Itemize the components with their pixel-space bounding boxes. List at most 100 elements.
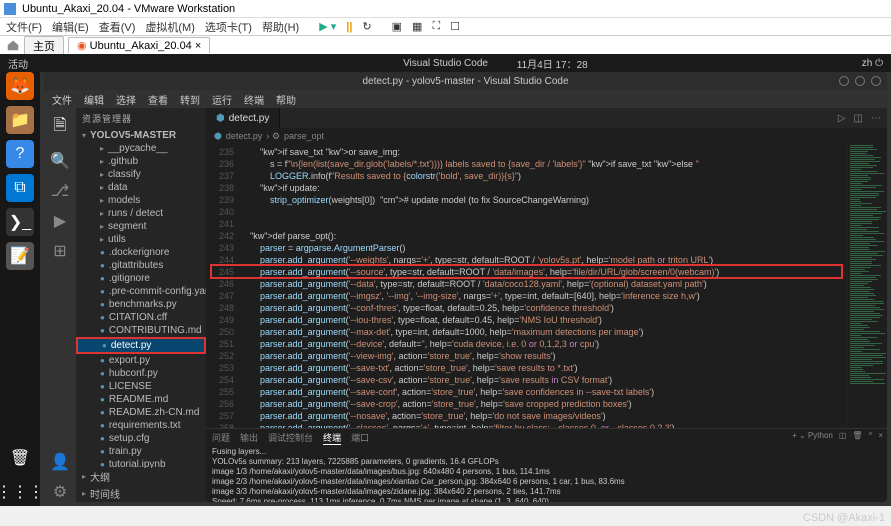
vm-menu-help[interactable]: 帮助(H) — [262, 19, 299, 35]
win-max[interactable] — [855, 76, 865, 86]
term-tab-terminal[interactable]: 终端 — [323, 431, 341, 445]
system-tray[interactable]: zh ⏻ — [862, 58, 883, 69]
vm-fullscreen-button[interactable]: ⛶ — [432, 20, 440, 33]
tree-item-hubconf-py[interactable]: ● hubconf.py — [76, 367, 206, 380]
vm-power-dropdown[interactable]: ▶ ▾ — [319, 20, 336, 33]
vs-menu-help[interactable]: 帮助 — [276, 92, 296, 107]
vm-menu-tabs[interactable]: 选项卡(T) — [205, 19, 252, 35]
vm-menu-vm[interactable]: 虚拟机(M) — [145, 19, 195, 35]
tree-item-setup-cfg[interactable]: ● setup.cfg — [76, 432, 206, 445]
tree-item-benchmarks-py[interactable]: ● benchmarks.py — [76, 298, 206, 311]
vs-menu-edit[interactable]: 编辑 — [84, 92, 104, 107]
tree-root[interactable]: ▾YOLOV5-MASTER — [76, 129, 206, 142]
vs-menu-run[interactable]: 运行 — [212, 92, 232, 107]
tree-item-train-py[interactable]: ● train.py — [76, 445, 206, 458]
terminal-panel[interactable]: 问题 输出 调试控制台 终端 端口 + ⌄ Python ◫ 🗑 ^ × Fus… — [206, 428, 887, 502]
vm-menu-view[interactable]: 查看(V) — [99, 19, 136, 35]
vm-unity-button[interactable]: ☐ — [450, 20, 460, 33]
tree-item-license[interactable]: ● LICENSE — [76, 380, 206, 393]
vm-snapshot-mgr-button[interactable]: ▦ — [412, 20, 422, 33]
tree-item--github[interactable]: ▸ .github — [76, 155, 206, 168]
outline-section[interactable]: ▸大纲 — [76, 468, 206, 485]
dock-text[interactable]: 📝 — [6, 242, 34, 270]
tree-item-runs-detect[interactable]: ▸ runs / detect — [76, 207, 206, 220]
vm-suspend-button[interactable]: || — [346, 21, 352, 33]
vm-menu-file[interactable]: 文件(F) — [6, 19, 42, 35]
vmware-tabbar: 主页 ◉ Ubuntu_Akaxi_20.04 × — [0, 36, 891, 54]
activities-button[interactable]: 活动 — [8, 56, 28, 71]
vs-menu-go[interactable]: 转到 — [180, 92, 200, 107]
vm-tab-ubuntu[interactable]: ◉ Ubuntu_Akaxi_20.04 × — [68, 37, 210, 53]
term-close-icon[interactable]: × — [878, 431, 883, 440]
term-max-icon[interactable]: ^ — [869, 431, 873, 440]
vm-restart-button[interactable]: ↻ — [362, 20, 371, 33]
activity-settings-icon[interactable]: ⚙ — [53, 482, 67, 502]
activity-extensions-icon[interactable]: ⊞ — [53, 241, 66, 261]
watermark: CSDN @Akaxi-1 — [803, 512, 885, 524]
tree-item-contributing-md[interactable]: ● CONTRIBUTING.md — [76, 324, 206, 337]
vm-tab-home[interactable]: 主页 — [24, 36, 64, 55]
term-tab-debug[interactable]: 调试控制台 — [268, 431, 313, 445]
panel-clock[interactable]: 11月4日 17：28 — [517, 56, 588, 71]
panel-app-name: Visual Studio Code — [403, 58, 488, 69]
term-tab-output[interactable]: 输出 — [240, 431, 258, 445]
term-trash-icon[interactable]: 🗑 — [852, 431, 862, 440]
term-tab-problems[interactable]: 问题 — [212, 431, 230, 445]
dock-vscode[interactable]: ⧉ — [6, 174, 34, 202]
tree-item--gitattributes[interactable]: ● .gitattributes — [76, 259, 206, 272]
win-close[interactable] — [871, 76, 881, 86]
tree-item-export-py[interactable]: ● export.py — [76, 354, 206, 367]
vmware-icon — [4, 3, 16, 15]
home-icon[interactable] — [6, 38, 20, 52]
term-tab-ports[interactable]: 端口 — [351, 431, 369, 445]
vs-menu-view[interactable]: 查看 — [148, 92, 168, 107]
vm-snapshot-button[interactable]: ▣ — [392, 20, 402, 33]
split-editor-icon[interactable]: ◫ — [854, 113, 863, 124]
tree-item--pycache-[interactable]: ▸ __pycache__ — [76, 142, 206, 155]
tree-item-citation-cff[interactable]: ● CITATION.cff — [76, 311, 206, 324]
tree-item-models[interactable]: ▸ models — [76, 194, 206, 207]
vmware-titlebar: Ubuntu_Akaxi_20.04 - VMware Workstation — [0, 0, 891, 18]
more-actions-icon[interactable]: ⋯ — [871, 113, 881, 124]
dock-files[interactable]: 📁 — [6, 106, 34, 134]
vm-menu-edit[interactable]: 编辑(E) — [52, 19, 89, 35]
activity-search-icon[interactable]: 🔍 — [50, 151, 70, 171]
editor-tabstrip: ⬢detect.py ▷ ◫ ⋯ — [206, 108, 887, 128]
activity-debug-icon[interactable]: ▶ — [54, 211, 66, 231]
activity-scm-icon[interactable]: ⎇ — [51, 181, 69, 201]
dock-terminal[interactable]: ❯_ — [6, 208, 34, 236]
tree-item--pre-commit-config-yaml[interactable]: ● .pre-commit-config.yaml — [76, 285, 206, 298]
dock-apps[interactable]: ⋮⋮⋮ — [6, 478, 34, 506]
tree-item--dockerignore[interactable]: ● .dockerignore — [76, 246, 206, 259]
ubuntu-top-panel: 活动 Visual Studio Code 11月4日 17：28 zh ⏻ — [0, 54, 891, 72]
tree-item-segment[interactable]: ▸ segment — [76, 220, 206, 233]
tree-item-detect-py[interactable]: ● detect.py — [76, 337, 206, 354]
tree-item-requirements-txt[interactable]: ● requirements.txt — [76, 419, 206, 432]
term-split-icon[interactable]: ◫ — [839, 431, 847, 440]
term-shell-label[interactable]: + ⌄ Python — [792, 431, 833, 440]
tree-item-readme-zh-cn-md[interactable]: ● README.zh-CN.md — [76, 406, 206, 419]
dock-firefox[interactable]: 🦊 — [6, 72, 34, 100]
vs-menu-terminal[interactable]: 终端 — [244, 92, 264, 107]
dock-trash[interactable]: 🗑 — [6, 444, 34, 472]
code-editor[interactable]: 2352362372382392402412422432442452462472… — [206, 144, 887, 428]
activity-account-icon[interactable]: 👤 — [50, 452, 70, 472]
vscode-titlebar: detect.py - yolov5-master - Visual Studi… — [44, 72, 887, 90]
activity-explorer-icon[interactable]: 🗎 — [54, 114, 67, 141]
tree-item-utils[interactable]: ▸ utils — [76, 233, 206, 246]
editor-group: ⬢detect.py ▷ ◫ ⋯ ⬢detect.py › ⚙ parse_op… — [206, 108, 887, 502]
minimap[interactable] — [847, 144, 887, 428]
run-button-icon[interactable]: ▷ — [838, 113, 846, 124]
editor-tab-detect[interactable]: ⬢detect.py — [206, 108, 280, 128]
tree-item-classify[interactable]: ▸ classify — [76, 168, 206, 181]
timeline-section[interactable]: ▸时间线 — [76, 485, 206, 502]
dock-help[interactable]: ? — [6, 140, 34, 168]
vs-menu-selection[interactable]: 选择 — [116, 92, 136, 107]
breadcrumb[interactable]: ⬢detect.py › ⚙ parse_opt — [206, 128, 887, 144]
win-min[interactable] — [839, 76, 849, 86]
tree-item-data[interactable]: ▸ data — [76, 181, 206, 194]
tree-item-tutorial-ipynb[interactable]: ● tutorial.ipynb — [76, 458, 206, 468]
vs-menu-file[interactable]: 文件 — [52, 92, 72, 107]
tree-item-readme-md[interactable]: ● README.md — [76, 393, 206, 406]
tree-item--gitignore[interactable]: ● .gitignore — [76, 272, 206, 285]
